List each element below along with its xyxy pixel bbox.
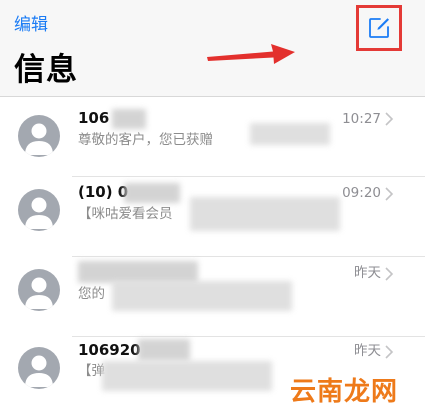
message-row[interactable]: (10) 0 【咪咕爱看会员 09:20: [0, 177, 425, 257]
contact-avatar: [18, 115, 60, 157]
contact-avatar: [18, 269, 60, 311]
annotation-arrow-icon: [205, 42, 297, 72]
message-row[interactable]: 您的 昨天: [0, 257, 425, 337]
person-placeholder-icon: [25, 277, 53, 309]
chevron-right-icon: [385, 187, 394, 201]
redacted-block: [78, 261, 198, 283]
redacted-block: [190, 197, 340, 231]
contact-avatar: [18, 189, 60, 231]
message-time: 10:27: [342, 111, 381, 127]
chevron-right-icon: [385, 267, 394, 281]
compose-highlight-box: [356, 5, 402, 51]
redacted-block: [138, 339, 190, 361]
message-row[interactable]: 106 尊敬的客户，您已获赠 10:27: [0, 97, 425, 177]
message-preview: 【咪咕爱看会员: [78, 206, 173, 222]
redacted-block: [112, 281, 292, 311]
person-placeholder-icon: [25, 197, 53, 229]
edit-button[interactable]: 编辑: [14, 14, 48, 36]
message-sender: 106: [78, 109, 110, 127]
message-time: 昨天: [354, 265, 381, 281]
message-preview: 您的: [78, 286, 105, 302]
message-sender: 106920: [78, 341, 141, 359]
chevron-right-icon: [385, 345, 394, 359]
redacted-block: [112, 109, 146, 129]
message-preview: 尊敬的客户，您已获赠: [78, 132, 213, 148]
chevron-right-icon: [385, 112, 394, 126]
message-time: 09:20: [342, 185, 381, 201]
compose-button[interactable]: [363, 12, 395, 44]
redacted-block: [124, 183, 180, 203]
message-sender: (10) 0: [78, 183, 129, 201]
site-watermark: 云南龙网: [290, 377, 399, 407]
message-time: 昨天: [354, 343, 381, 359]
page-title: 信息: [14, 52, 78, 88]
contact-avatar: [18, 347, 60, 389]
person-placeholder-icon: [25, 123, 53, 155]
message-preview: 【弹: [78, 363, 105, 379]
navigation-header: 编辑 信息: [0, 0, 425, 97]
person-placeholder-icon: [25, 355, 53, 387]
compose-icon: [369, 18, 389, 38]
messages-screen: 编辑 信息 106 尊敬的客户，您已获赠 10:27 (10) 0 【咪咕爱看会…: [0, 0, 425, 416]
redacted-block: [102, 361, 272, 391]
redacted-block: [250, 123, 330, 145]
